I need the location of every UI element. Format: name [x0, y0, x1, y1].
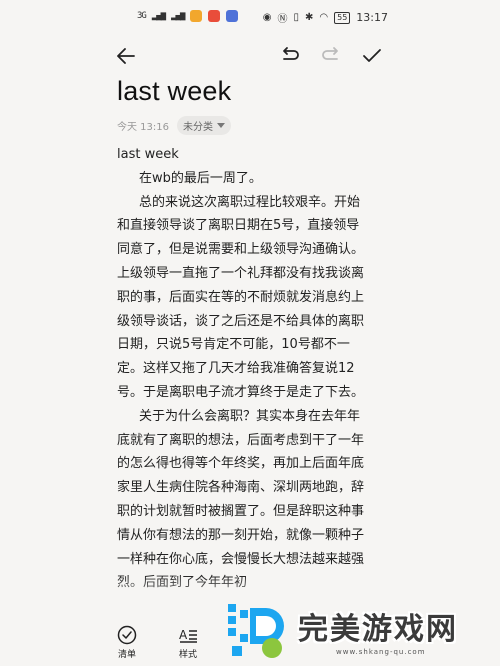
checklist-button[interactable]: 清单: [107, 625, 147, 660]
body-line: 总的来说这次离职过程比较艰辛。开始: [139, 194, 361, 210]
status-bar: 3G ▂▄▆ ▂▄▆ ◉ Ⓝ ▯ ✱ ◠ 55 13:17: [0, 0, 500, 36]
note-title[interactable]: last week: [117, 76, 231, 107]
body-line: 同意了，但是说需要和上级领导沟通确认。: [117, 242, 365, 258]
body-line: 烈。后面到了今年年初: [117, 575, 248, 591]
wifi-icon: ◠: [319, 12, 329, 23]
body-line: 一样种在你心底，会慢慢长大想法越来越强: [117, 551, 365, 567]
checklist-icon: [117, 625, 137, 645]
body-line: 职的事，后面实在等的不耐烦就发消息约上: [117, 289, 365, 305]
note-meta: 今天 13:16 未分类: [117, 116, 231, 135]
status-right: ◉ Ⓝ ▯ ✱ ◠ 55 13:17: [263, 10, 388, 25]
app-notification-icon: [190, 10, 203, 22]
body-line: 在wb的最后一周了。: [139, 170, 262, 186]
body-line: 家里人生病住院各种海南、深圳两地跑，辞: [117, 480, 365, 496]
watermark-text: 完美游戏网: [298, 612, 458, 647]
body-line: 上级领导一直拖了一个礼拜都没有找我谈离: [117, 265, 365, 281]
check-icon: [363, 49, 381, 62]
body-line: 日期，只说5号肯定不可能，10号都不一: [117, 337, 350, 353]
note-toolbar: [0, 36, 500, 76]
note-date: 今天 13:16: [117, 122, 169, 133]
signal-icon-2: ▂▄▆: [171, 11, 185, 21]
status-time: 13:17: [356, 11, 388, 24]
undo-button[interactable]: [276, 42, 304, 70]
category-label: 未分类: [183, 122, 213, 133]
redo-button[interactable]: [317, 42, 345, 70]
body-line: 号。于是离职电子流才算终于是走了下去。: [117, 384, 365, 400]
style-label: 样式: [178, 650, 197, 660]
note-body[interactable]: last week 在wb的最后一周了。 总的来说这次离职过程比较艰辛。开始 和…: [117, 143, 385, 595]
app-notification-icon-2: [208, 10, 221, 22]
body-line: 级领导谈话，谈了之后还是不给具体的离职: [117, 313, 365, 329]
battery-icon: 55: [334, 11, 351, 24]
watermark: 完美游戏网 www.shkang-qu.com: [224, 600, 492, 662]
app-notification-icon-3: [226, 10, 239, 22]
body-line: last week: [117, 147, 179, 162]
eye-icon: ◉: [262, 12, 272, 23]
body-line: 职的计划就暂时被搁置了。但是辞职这种事: [117, 503, 365, 519]
bluetooth-icon: ✱: [304, 12, 314, 23]
undo-icon: [283, 47, 299, 60]
text-style-icon: A: [179, 628, 197, 643]
confirm-button[interactable]: [358, 42, 386, 70]
body-line: 的怎么得也得等个年终奖，再加上后面年底: [117, 456, 365, 472]
redo-icon: [322, 47, 338, 60]
style-button[interactable]: A 样式: [168, 625, 208, 660]
body-line: 情从你有想法的那一刻开始，就像一颗种子: [117, 527, 365, 543]
body-line: 定。这样又拖了几天才给我准确答复说12: [117, 361, 355, 377]
body-line: 和直接领导谈了离职日期在5号，直接领导: [117, 218, 360, 234]
status-left: 3G ▂▄▆ ▂▄▆: [137, 10, 239, 22]
nfc-icon: Ⓝ: [277, 14, 288, 25]
checklist-label: 清单: [117, 650, 136, 660]
chevron-down-icon: [217, 123, 225, 128]
vibrate-icon: ▯: [293, 12, 299, 23]
svg-text:A: A: [179, 628, 188, 642]
body-line: 关于为什么会离职？其实本身在去年年: [139, 408, 361, 424]
signal-icon: ▂▄▆: [151, 11, 166, 21]
back-button[interactable]: [112, 42, 140, 70]
watermark-url: www.shkang-qu.com: [336, 648, 426, 656]
body-line: 底就有了离职的想法，后面考虑到干了一年: [117, 432, 365, 448]
watermark-logo: [228, 604, 284, 658]
network-type: 3G: [137, 11, 147, 21]
category-dropdown[interactable]: 未分类: [177, 116, 231, 135]
arrow-left-icon: [117, 48, 135, 64]
